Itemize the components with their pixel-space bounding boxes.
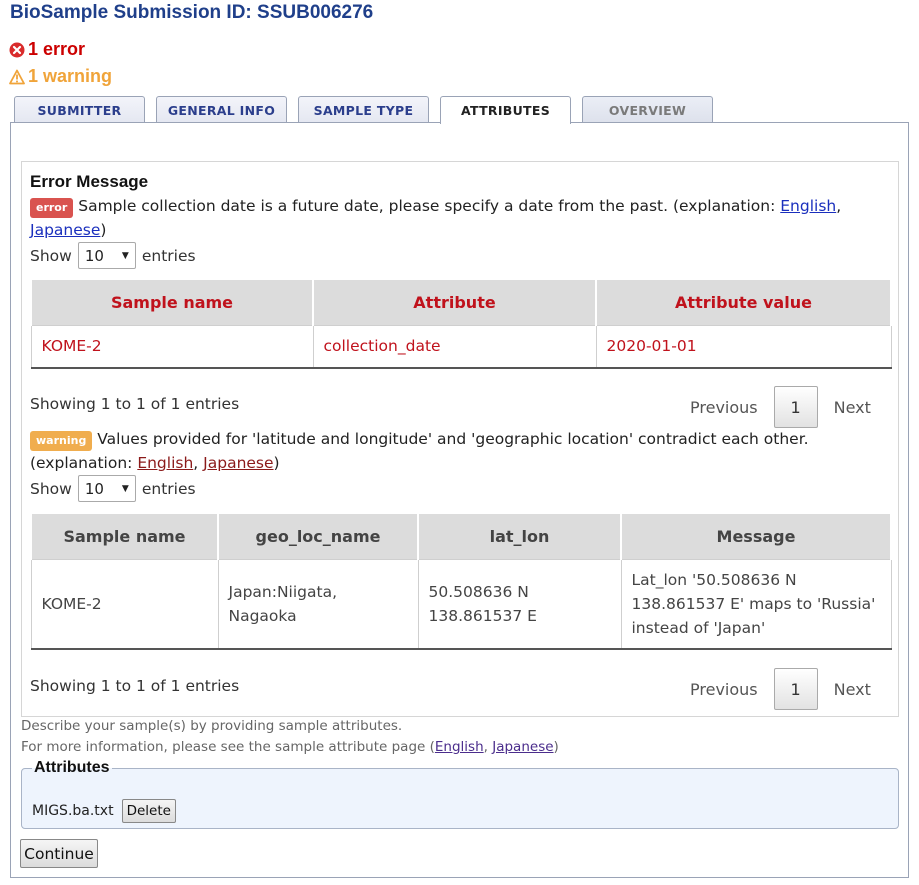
tab-general-info[interactable]: GENERAL INFO — [156, 96, 287, 123]
table-row: KOME-2 collection_date 2020-01-01 — [30, 325, 892, 368]
error-pagination: Previous 1 Next — [690, 386, 871, 428]
warning-table: Sample name geo_loc_name lat_lon Message… — [30, 514, 892, 650]
warning-message-text: Values provided for 'latitude and longit… — [97, 430, 809, 448]
paren-close: ) — [273, 454, 280, 472]
warning-badge: warning — [30, 431, 93, 451]
cell-attribute-value: 2020-01-01 — [595, 325, 892, 368]
error-explanation-japanese-link[interactable]: Japanese — [30, 221, 100, 239]
error-table: Sample name Attribute Attribute value KO… — [30, 280, 892, 369]
warning-pagination: Previous 1 Next — [690, 668, 871, 710]
error-entries-length: Show 10 ▼ entries — [30, 242, 196, 269]
entries-select-value: 10 — [84, 479, 104, 498]
separator: , — [836, 197, 842, 215]
error-count: 1 error — [9, 39, 85, 60]
column-header-lat-lon[interactable]: lat_lon — [417, 514, 622, 559]
delete-file-button[interactable]: Delete — [121, 799, 176, 823]
help-prefix: For more information, please see the sam… — [21, 739, 435, 755]
page-title: BioSample Submission ID: SSUB006276 — [10, 2, 374, 23]
warning-explanation-english-link[interactable]: English — [137, 454, 193, 472]
attributes-fieldset: Attributes MIGS.ba.txt Delete — [21, 759, 899, 829]
previous-button[interactable]: Previous — [690, 398, 758, 417]
entries-select-value: 10 — [84, 246, 104, 265]
chevron-down-icon: ▼ — [121, 250, 129, 261]
chevron-down-icon: ▼ — [121, 483, 129, 494]
column-header-attribute-value[interactable]: Attribute value — [595, 280, 892, 325]
warning-explanation-japanese-link[interactable]: Japanese — [203, 454, 273, 472]
warning-table-info: Showing 1 to 1 of 1 entries — [30, 677, 240, 695]
error-badge: error — [30, 198, 74, 218]
error-entries-select[interactable]: 10 ▼ — [77, 242, 136, 269]
table-row: KOME-2 Japan:Niigata, Nagaoka 50.508636 … — [30, 559, 892, 649]
tab-overview[interactable]: OVERVIEW — [582, 96, 713, 123]
warning-entries-select[interactable]: 10 ▼ — [77, 475, 136, 502]
cell-message: Lat_lon '50.508636 N 138.861537 E' maps … — [620, 559, 892, 649]
next-button[interactable]: Next — [834, 398, 871, 417]
error-count-text: 1 error — [28, 39, 86, 59]
error-message-text: Sample collection date is a future date,… — [78, 197, 776, 215]
page-1-button[interactable]: 1 — [773, 386, 818, 428]
warning-message: warning Values provided for 'latitude an… — [30, 427, 890, 475]
paren-close: ) — [553, 739, 559, 755]
cell-attribute: collection_date — [312, 325, 597, 368]
column-header-attribute[interactable]: Attribute — [312, 280, 597, 325]
error-message-heading: Error Message — [30, 172, 149, 191]
warning-entries-length: Show 10 ▼ entries — [30, 475, 196, 502]
attributes-panel: Error Message error Sample collection da… — [10, 122, 909, 878]
message-box: Error Message error Sample collection da… — [21, 161, 899, 717]
help-english-link[interactable]: English — [435, 739, 484, 755]
help-japanese-link[interactable]: Japanese — [492, 739, 553, 755]
tab-attributes[interactable]: ATTRIBUTES — [440, 96, 571, 124]
separator: , — [483, 739, 488, 755]
previous-button[interactable]: Previous — [690, 680, 758, 699]
entries-label: entries — [141, 246, 196, 265]
warning-count: 1 warning — [9, 66, 112, 87]
error-explanation-english-link[interactable]: English — [780, 197, 836, 215]
separator: , — [193, 454, 199, 472]
continue-button[interactable]: Continue — [20, 839, 98, 868]
error-message: error Sample collection date is a future… — [30, 194, 890, 242]
column-header-geo-loc-name[interactable]: geo_loc_name — [217, 514, 419, 559]
warning-count-text: 1 warning — [28, 66, 113, 86]
help-text-line-2: For more information, please see the sam… — [21, 739, 559, 755]
tab-sample-type[interactable]: SAMPLE TYPE — [298, 96, 429, 123]
cell-lat-lon: 50.508636 N 138.861537 E — [417, 559, 622, 649]
attribute-file-name: MIGS.ba.txt — [32, 803, 114, 819]
warning-triangle-icon — [9, 69, 25, 84]
tab-submitter[interactable]: SUBMITTER — [14, 96, 145, 123]
column-header-message[interactable]: Message — [620, 514, 892, 559]
show-label: Show — [30, 479, 72, 498]
error-x-icon — [9, 42, 25, 57]
warning-explanation-prefix: (explanation: — [30, 454, 133, 472]
cell-sample-name: KOME-2 — [30, 325, 314, 368]
paren-close: ) — [100, 221, 107, 239]
page-1-button[interactable]: 1 — [773, 668, 818, 710]
cell-geo-loc-name: Japan:Niigata, Nagaoka — [217, 559, 419, 649]
help-text-line-1: Describe your sample(s) by providing sam… — [21, 718, 403, 734]
error-table-info: Showing 1 to 1 of 1 entries — [30, 395, 240, 413]
entries-label: entries — [141, 479, 196, 498]
column-header-sample-name[interactable]: Sample name — [30, 514, 219, 559]
next-button[interactable]: Next — [834, 680, 871, 699]
column-header-sample-name[interactable]: Sample name — [30, 280, 314, 325]
attributes-legend: Attributes — [34, 759, 110, 776]
cell-sample-name: KOME-2 — [30, 559, 219, 649]
show-label: Show — [30, 246, 72, 265]
